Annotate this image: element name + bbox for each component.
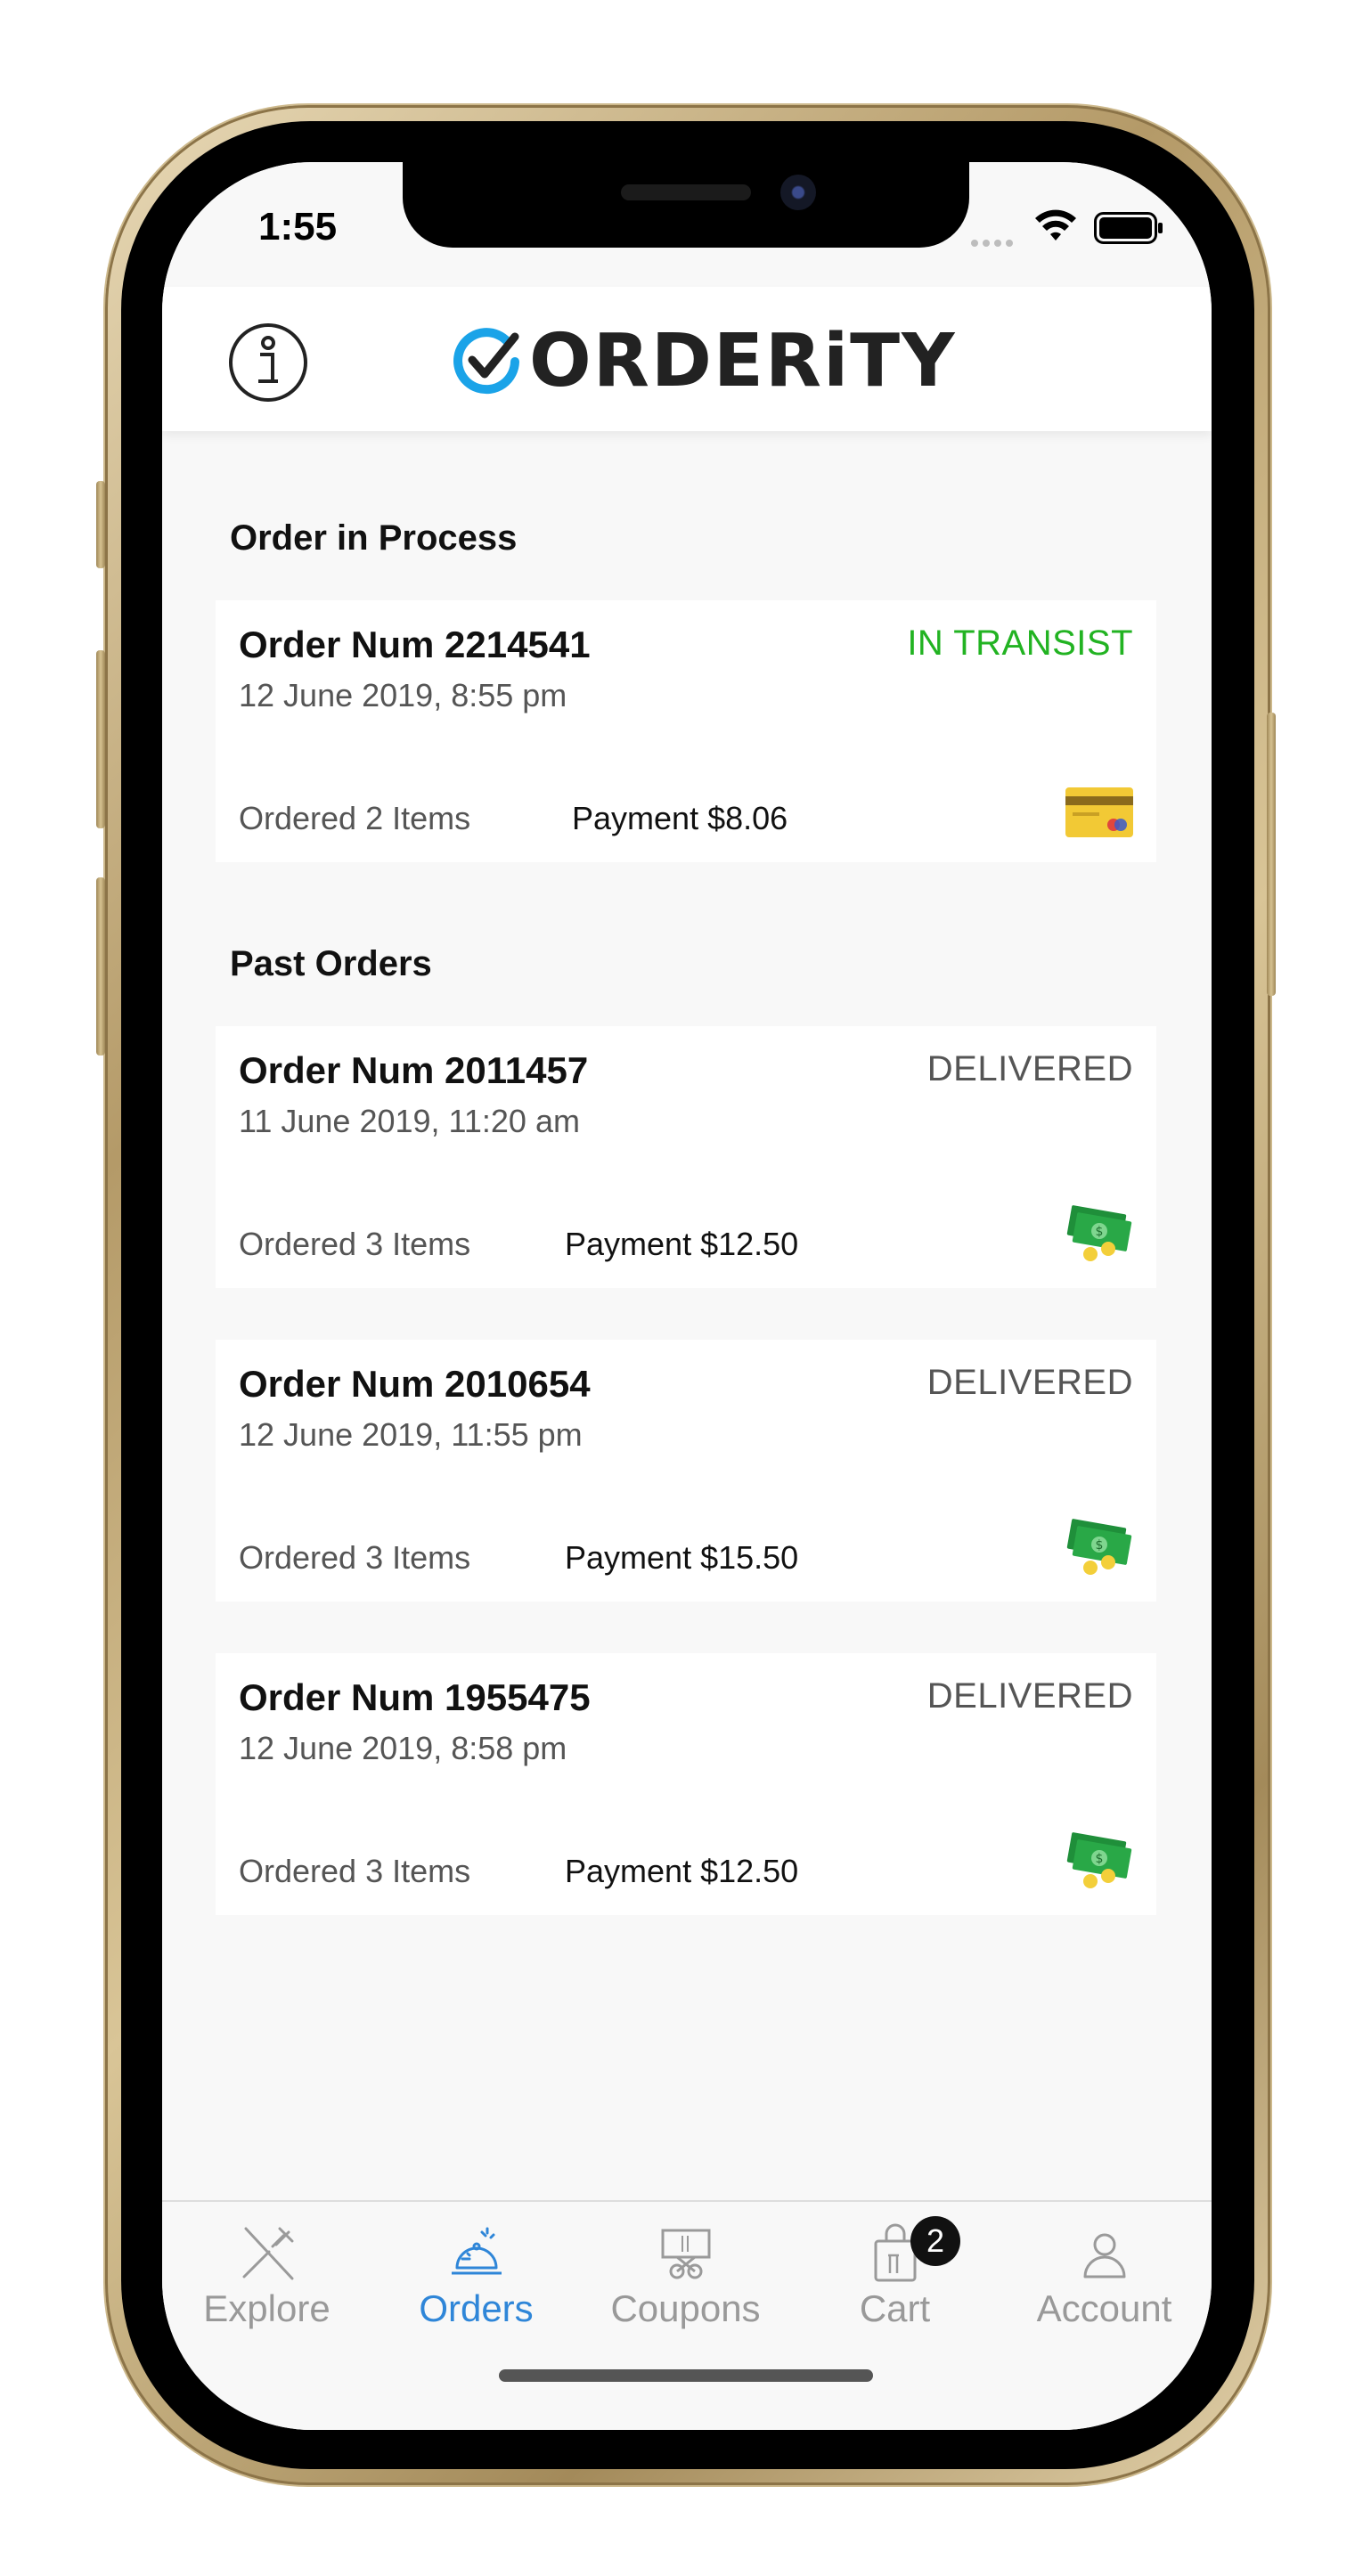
in-process-heading: Order in Process: [230, 518, 518, 558]
tab-cart[interactable]: Cart: [790, 2202, 1000, 2336]
order-card-in-process[interactable]: Order Num 2214541 IN TRANSIST 12 June 20…: [216, 600, 1156, 862]
info-icon[interactable]: [228, 322, 308, 403]
order-status: DELIVERED: [926, 1676, 1133, 1716]
status-time: 1:55: [258, 205, 338, 249]
order-payment: Payment $8.06: [572, 800, 788, 836]
order-payment: Payment $12.50: [565, 1853, 799, 1889]
fork-knife-icon: [242, 2227, 293, 2280]
order-status: DELIVERED: [926, 1363, 1133, 1402]
order-payment: Payment $12.50: [565, 1226, 799, 1262]
tab-label: Explore: [203, 2287, 331, 2329]
brand-name: ORDERiTY: [529, 318, 957, 404]
order-card-past[interactable]: Order Num 2010654 DELIVERED 12 June 2019…: [216, 1340, 1156, 1602]
order-items-count: Ordered 2 Items: [239, 800, 471, 836]
camera-notch: [403, 162, 969, 248]
svg-text:$: $: [1096, 1852, 1104, 1866]
svg-text:$: $: [1096, 1538, 1104, 1553]
speaker-grille: [621, 184, 751, 200]
tab-orders[interactable]: Orders: [371, 2202, 581, 2336]
side-button-power: [1267, 713, 1276, 996]
tab-account[interactable]: Account: [1000, 2202, 1209, 2336]
brand-logo: ORDERiTY: [453, 318, 957, 404]
order-date: 11 June 2019, 11:20 am: [239, 1103, 580, 1139]
order-items-count: Ordered 3 Items: [239, 1853, 471, 1889]
tab-label: Cart: [859, 2287, 931, 2329]
app-header: ORDERiTY: [162, 287, 1212, 431]
order-status: IN TRANSIST: [907, 624, 1133, 663]
front-camera: [780, 175, 816, 210]
tab-label: Orders: [419, 2287, 534, 2329]
order-card-past[interactable]: Order Num 1955475 DELIVERED 12 June 2019…: [216, 1653, 1156, 1915]
side-button-volume-down: [96, 877, 105, 1056]
order-number: Order Num 2214541: [239, 624, 591, 665]
cash-icon: $: [1066, 1832, 1132, 1888]
cash-icon: $: [1066, 1519, 1132, 1575]
cash-icon: $: [1066, 1205, 1132, 1261]
check-circle-icon: [453, 328, 519, 395]
coupon-icon: [661, 2229, 710, 2279]
tab-coupons[interactable]: Coupons: [581, 2202, 790, 2336]
cloche-icon: [451, 2227, 502, 2275]
credit-card-icon: [1065, 787, 1133, 837]
device-mockup: 1:55 ORDERiTY Order in Process Order Num…: [0, 0, 1363, 2576]
tab-explore[interactable]: Explore: [162, 2202, 371, 2336]
order-number: Order Num 1955475: [239, 1676, 591, 1718]
order-items-count: Ordered 3 Items: [239, 1539, 471, 1576]
order-date: 12 June 2019, 8:55 pm: [239, 677, 567, 713]
tab-label: Coupons: [610, 2287, 761, 2329]
app-screen: 1:55 ORDERiTY Order in Process Order Num…: [162, 162, 1212, 2430]
order-number: Order Num 2010654: [239, 1363, 591, 1405]
tab-bar: Explore Orders Coupons Cart 2 Account: [162, 2200, 1212, 2430]
signal-icon: [971, 235, 1019, 247]
order-date: 12 June 2019, 11:55 pm: [239, 1416, 583, 1453]
order-date: 12 June 2019, 8:58 pm: [239, 1730, 567, 1766]
battery-icon: [1094, 212, 1163, 244]
order-status: DELIVERED: [926, 1049, 1133, 1088]
order-number: Order Num 2011457: [239, 1049, 589, 1091]
tab-label: Account: [1036, 2287, 1172, 2329]
order-payment: Payment $15.50: [565, 1539, 799, 1576]
cart-badge: 2: [910, 2216, 960, 2266]
user-icon: [1083, 2233, 1125, 2278]
order-items-count: Ordered 3 Items: [239, 1226, 471, 1262]
side-button-silent: [96, 481, 105, 568]
wifi-icon: [1035, 209, 1076, 240]
svg-text:$: $: [1096, 1225, 1104, 1239]
order-card-past[interactable]: Order Num 2011457 DELIVERED 11 June 2019…: [216, 1026, 1156, 1288]
past-orders-heading: Past Orders: [230, 944, 432, 983]
home-indicator[interactable]: [499, 2369, 873, 2382]
side-button-volume-up: [96, 650, 105, 828]
